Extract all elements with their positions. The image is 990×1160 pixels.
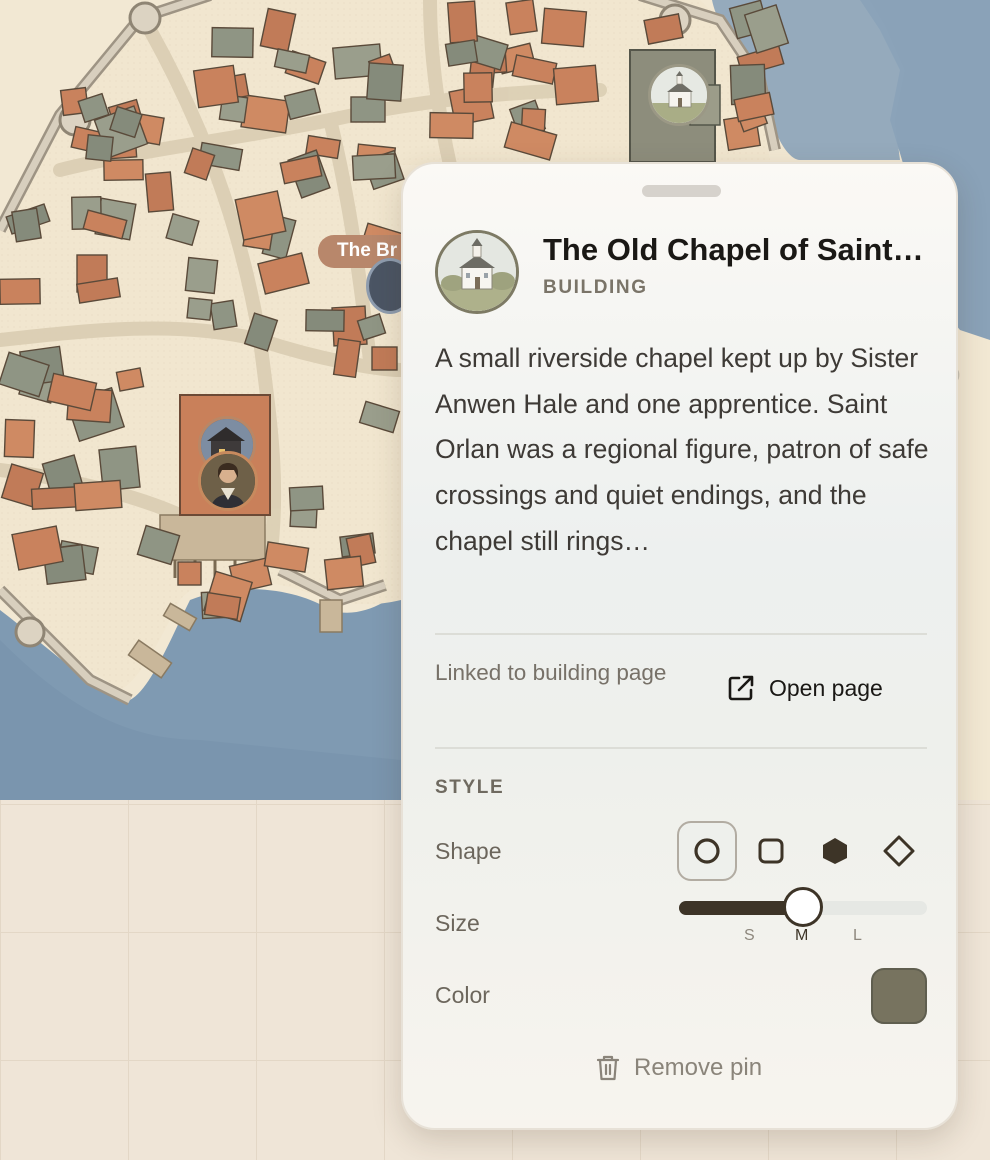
shape-square-button[interactable] <box>741 821 801 881</box>
shape-label: Shape <box>435 838 502 864</box>
pin-avatar <box>435 230 519 314</box>
map-building <box>446 0 479 44</box>
pin-description: A small riverside chapel kept up by Sist… <box>435 343 929 556</box>
map-building <box>144 171 175 213</box>
map-pin-person[interactable] <box>198 451 258 511</box>
color-swatch[interactable] <box>871 968 927 1024</box>
drag-handle[interactable] <box>642 185 721 197</box>
map-building <box>505 0 538 36</box>
map-building <box>234 190 287 241</box>
shape-circle-button[interactable] <box>677 821 737 881</box>
map-building <box>350 96 386 123</box>
circle-shape-icon <box>694 838 720 864</box>
divider <box>435 747 927 749</box>
map-building <box>0 277 41 306</box>
diamond-shape-icon <box>883 835 915 867</box>
map-building <box>211 26 254 59</box>
size-tick-l: L <box>853 927 862 944</box>
map-building <box>444 39 479 67</box>
map-building <box>115 367 145 392</box>
map-building <box>240 94 291 134</box>
pin-title[interactable]: The Old Chapel of Saint Orlan <box>543 232 925 268</box>
square-shape-icon <box>758 838 784 864</box>
map-building <box>351 153 397 181</box>
map-building <box>177 561 202 586</box>
linked-page-text: Linked to building page <box>435 660 667 685</box>
map-building <box>11 525 64 571</box>
hexagon-shape-icon <box>823 838 847 864</box>
map-pin-chapel[interactable] <box>648 64 710 126</box>
open-page-button[interactable]: Open page <box>725 672 883 704</box>
map-building <box>323 555 365 591</box>
map-building <box>103 158 144 182</box>
map-building <box>85 133 114 163</box>
size-label: Size <box>435 910 480 936</box>
chapel-image <box>438 233 516 311</box>
map-building <box>552 64 600 106</box>
map-building <box>73 479 123 512</box>
color-label: Color <box>435 982 490 1008</box>
map-building <box>184 256 219 295</box>
map-building <box>192 64 240 109</box>
map-building <box>429 111 474 140</box>
map-building <box>11 207 42 243</box>
map-building <box>209 299 238 331</box>
map-building <box>371 346 398 371</box>
size-tick-m: M <box>795 927 809 944</box>
size-tick-s: S <box>744 927 755 944</box>
shape-hexagon-button[interactable] <box>805 821 865 881</box>
map-building <box>463 72 493 103</box>
open-page-label: Open page <box>769 674 883 701</box>
map-building <box>203 591 242 621</box>
map-building <box>288 485 325 512</box>
map-building <box>30 486 81 510</box>
remove-pin-label: Remove pin <box>634 1054 763 1081</box>
chapel-thumbnail <box>651 67 707 123</box>
trash-icon <box>596 1055 620 1081</box>
size-slider-handle[interactable] <box>783 887 823 927</box>
person-thumbnail <box>201 454 255 508</box>
style-heading: STYLE <box>435 777 505 798</box>
map-building <box>540 7 588 48</box>
map-building <box>366 62 404 102</box>
divider <box>435 633 927 635</box>
size-slider[interactable] <box>679 887 927 927</box>
shape-diamond-button[interactable] <box>869 821 929 881</box>
map-building <box>186 297 213 321</box>
pin-type-label: BUILDING <box>543 277 648 298</box>
map-building <box>305 308 345 333</box>
pin-popover[interactable]: The Old Chapel of Saint Orlan BUILDING A… <box>401 162 958 1130</box>
map-building <box>3 418 36 459</box>
remove-pin-button[interactable]: Remove pin <box>596 1054 762 1082</box>
map-building <box>332 337 362 379</box>
external-link-icon <box>728 675 754 701</box>
